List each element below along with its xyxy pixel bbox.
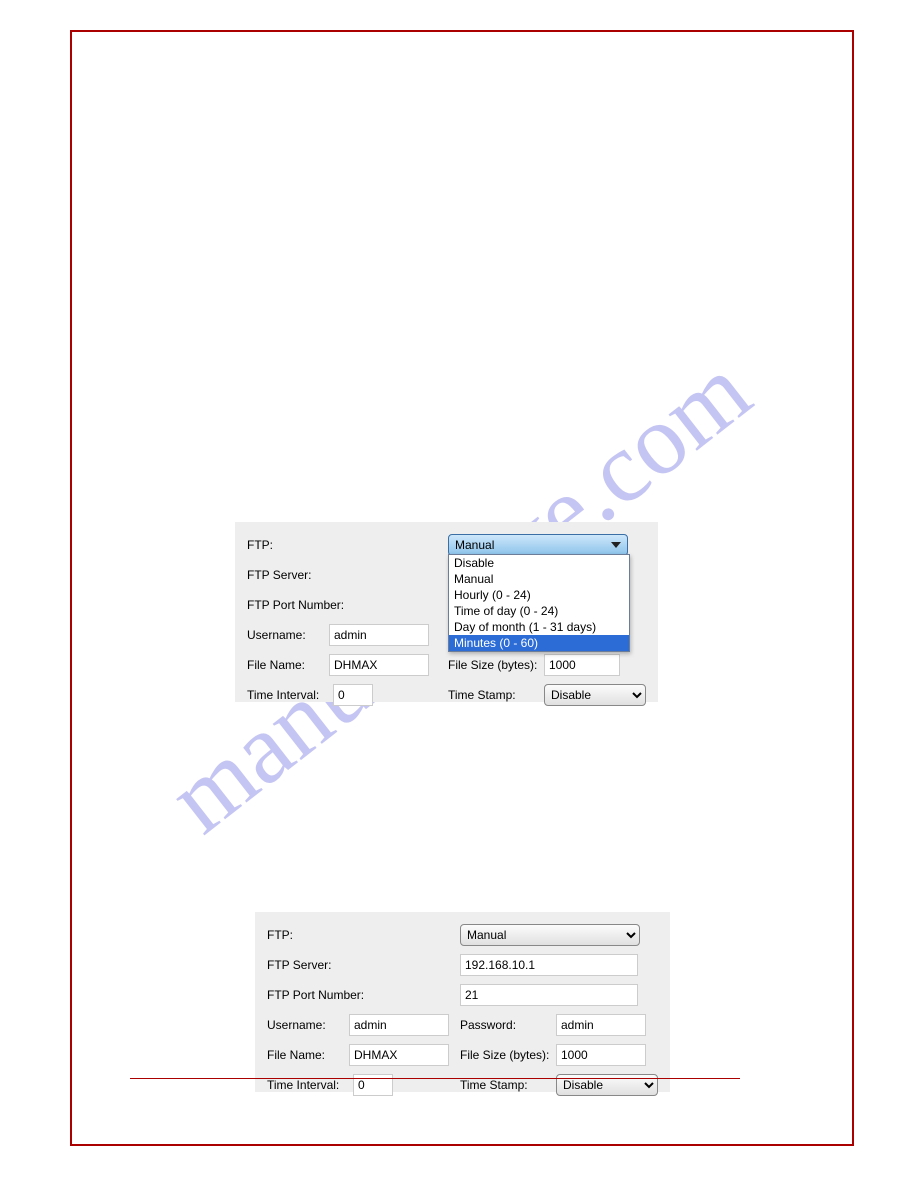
- ftp-panel-filled: FTP: FTP Server: FTP Port Number: Userna…: [255, 912, 670, 1092]
- interval-input[interactable]: [333, 684, 373, 706]
- ftp-mode-select-2[interactable]: Manual: [460, 924, 640, 946]
- filename-input[interactable]: [329, 654, 429, 676]
- password-label-2: Password:: [460, 1018, 548, 1032]
- filename-label-2: File Name:: [267, 1048, 341, 1062]
- filename-input-2[interactable]: [349, 1044, 449, 1066]
- filesize-input[interactable]: [544, 654, 620, 676]
- ftp-server-input[interactable]: [460, 954, 638, 976]
- ftp-mode-value: Manual: [455, 538, 494, 552]
- chevron-down-icon: [611, 542, 621, 548]
- ftp-label-2: FTP:: [267, 928, 457, 942]
- interval-label: Time Interval:: [247, 688, 325, 702]
- username-input[interactable]: [329, 624, 429, 646]
- ftp-panel-dropdown: FTP: FTP Server: FTP Port Number: Userna…: [235, 522, 658, 702]
- divider: [130, 1078, 740, 1079]
- option-minutes[interactable]: Minutes (0 - 60): [449, 635, 629, 651]
- filesize-label-2: File Size (bytes):: [460, 1048, 548, 1062]
- ftp-server-label: FTP Server:: [247, 568, 437, 582]
- filename-label: File Name:: [247, 658, 321, 672]
- interval-label-2: Time Interval:: [267, 1078, 345, 1092]
- password-input-2[interactable]: [556, 1014, 646, 1036]
- ftp-port-label-2: FTP Port Number:: [267, 988, 457, 1002]
- timestamp-label-2: Time Stamp:: [460, 1078, 548, 1092]
- option-dayofmonth[interactable]: Day of month (1 - 31 days): [449, 619, 629, 635]
- option-timeofday[interactable]: Time of day (0 - 24): [449, 603, 629, 619]
- ftp-server-label-2: FTP Server:: [267, 958, 457, 972]
- ftp-mode-select[interactable]: Manual: [448, 534, 628, 556]
- username-label: Username:: [247, 628, 321, 642]
- timestamp-select[interactable]: Disable: [544, 684, 646, 706]
- ftp-port-label: FTP Port Number:: [247, 598, 437, 612]
- ftp-port-input[interactable]: [460, 984, 638, 1006]
- option-hourly[interactable]: Hourly (0 - 24): [449, 587, 629, 603]
- username-label-2: Username:: [267, 1018, 341, 1032]
- timestamp-label: Time Stamp:: [448, 688, 536, 702]
- ftp-label: FTP:: [247, 538, 437, 552]
- filesize-input-2[interactable]: [556, 1044, 646, 1066]
- option-manual[interactable]: Manual: [449, 571, 629, 587]
- ftp-mode-dropdown[interactable]: Disable Manual Hourly (0 - 24) Time of d…: [448, 554, 630, 652]
- option-disable[interactable]: Disable: [449, 555, 629, 571]
- username-input-2[interactable]: [349, 1014, 449, 1036]
- filesize-label: File Size (bytes):: [448, 658, 536, 672]
